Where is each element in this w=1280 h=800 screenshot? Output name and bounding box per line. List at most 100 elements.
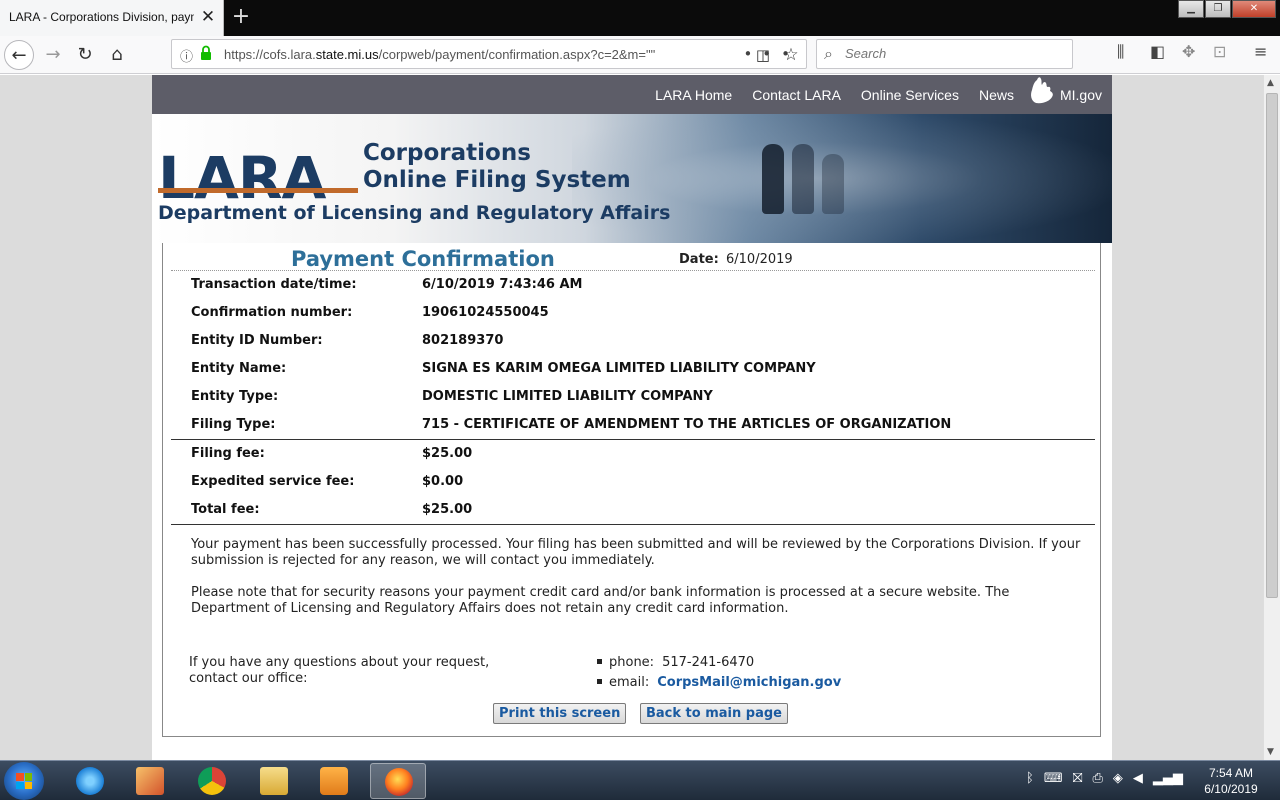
nav-contact-lara[interactable]: Contact LARA: [752, 87, 841, 103]
banner-title-line2: Online Filing System: [363, 167, 631, 193]
firefox-icon: [385, 768, 413, 796]
bullet-icon: [597, 659, 602, 664]
banner-title-line1: Corporations: [363, 140, 531, 166]
scroll-down-icon[interactable]: ▼: [1267, 747, 1274, 757]
fee-label: Filing fee:: [191, 446, 265, 461]
shield-icon[interactable]: ◈: [1113, 771, 1123, 791]
tab-title: LARA - Corporations Division, paym: [9, 10, 194, 24]
nav-mi-gov[interactable]: MI.gov: [1060, 87, 1102, 103]
new-tab-button[interactable]: +: [230, 4, 252, 30]
minimize-button[interactable]: ▁: [1178, 0, 1204, 18]
search-icon: ⌕: [824, 44, 833, 63]
fee-value: $25.00: [422, 446, 473, 461]
detail-label: Entity Type:: [191, 389, 279, 404]
taskbar-media[interactable]: [306, 763, 362, 799]
nav-lara-home[interactable]: LARA Home: [655, 87, 732, 103]
contact-question: If you have any questions about your req…: [189, 655, 490, 686]
bookmark-star-icon[interactable]: ☆: [776, 40, 806, 70]
detail-value: 802189370: [422, 333, 504, 348]
search-input[interactable]: [845, 46, 1065, 61]
forward-icon[interactable]: →: [38, 40, 68, 70]
detail-label: Filing Type:: [191, 417, 276, 432]
banner-figure: [792, 144, 814, 214]
system-clock[interactable]: 7:54 AM 6/10/2019: [1196, 765, 1266, 797]
system-tray: ᛒ ⌨ ⛝ ⎙ ◈ ◀ ▂▄▆: [1026, 771, 1183, 791]
fee-value: $25.00: [422, 502, 473, 517]
taskbar-app-2[interactable]: [122, 763, 178, 799]
extension-icon[interactable]: ✥: [1182, 42, 1195, 61]
taskbar-chrome[interactable]: [184, 763, 240, 799]
reload-icon[interactable]: ↻: [70, 40, 100, 70]
internet-explorer-icon: [76, 767, 104, 795]
printer-icon[interactable]: ⎙: [1092, 771, 1102, 791]
logo-underline: [158, 188, 358, 193]
detail-value: SIGNA ES KARIM OMEGA LIMITED LIABILITY C…: [422, 361, 816, 376]
bluetooth-icon[interactable]: ᛒ: [1026, 771, 1034, 791]
detail-value: DOMESTIC LIMITED LIABILITY COMPANY: [422, 389, 713, 404]
volume-icon[interactable]: ◀: [1133, 771, 1143, 791]
home-icon[interactable]: ⌂: [102, 40, 132, 70]
success-message: Your payment has been successfully proce…: [191, 537, 1081, 568]
tab-bar: LARA - Corporations Division, paym ✕ + ▁…: [0, 0, 1280, 36]
chrome-icon: [198, 767, 226, 795]
keyboard-icon[interactable]: ⌨: [1044, 771, 1063, 791]
scroll-up-icon[interactable]: ▲: [1267, 78, 1274, 88]
security-notice: Please note that for security reasons yo…: [191, 585, 1010, 616]
nav-online-services[interactable]: Online Services: [861, 87, 959, 103]
detail-label: Entity ID Number:: [191, 333, 323, 348]
site-info-icon[interactable]: ⓘ: [180, 46, 193, 65]
network-icon[interactable]: ⛝: [1073, 771, 1083, 791]
detail-value: 715 - CERTIFICATE OF AMENDMENT TO THE AR…: [422, 417, 952, 432]
page-title: Payment Confirmation: [291, 247, 555, 271]
divider: [171, 524, 1095, 525]
scrollbar-thumb[interactable]: [1266, 93, 1278, 598]
clock-date: 6/10/2019: [1204, 782, 1258, 796]
phone-value: 517-241-6470: [662, 655, 755, 670]
divider: [171, 439, 1095, 440]
library-icon[interactable]: ⫼: [1117, 42, 1124, 62]
banner-department: Department of Licensing and Regulatory A…: [158, 202, 671, 224]
email-link[interactable]: CorpsMail@michigan.gov: [657, 675, 841, 690]
url-text: https://cofs.lara.state.mi.us/corpweb/pa…: [224, 47, 656, 62]
date-label: Date:: [679, 252, 719, 267]
browser-tab[interactable]: LARA - Corporations Division, paym ✕: [0, 0, 224, 36]
detail-label: Transaction date/time:: [191, 277, 357, 292]
windows-logo-icon: [16, 773, 32, 789]
phone-label: phone:: [609, 655, 655, 670]
close-window-button[interactable]: ✕: [1232, 0, 1276, 18]
michigan-icon: [1031, 76, 1053, 103]
taskbar-explorer[interactable]: [246, 763, 302, 799]
close-tab-icon[interactable]: ✕: [199, 7, 217, 27]
detail-label: Entity Name:: [191, 361, 287, 376]
banner-figure: [762, 144, 784, 214]
address-bar[interactable]: ⓘ https://cofs.lara.state.mi.us/corpweb/…: [171, 39, 807, 69]
nav-toolbar: ← → ↻ ⌂ ⓘ https://cofs.lara.state.mi.us/…: [0, 36, 1280, 74]
maximize-button[interactable]: ❐: [1205, 0, 1231, 18]
sidebar-icon[interactable]: ◧: [1150, 42, 1165, 61]
signal-icon[interactable]: ▂▄▆: [1153, 771, 1183, 791]
print-button[interactable]: Print this screen: [493, 703, 627, 724]
detail-value: 19061024550045: [422, 305, 549, 320]
nav-news[interactable]: News: [979, 87, 1014, 103]
page-scrollbar[interactable]: ▲ ▼: [1263, 75, 1280, 760]
confirmation-panel: Payment Confirmation Date: 6/10/2019 Tra…: [162, 243, 1101, 737]
pocket-icon[interactable]: ◫: [748, 40, 778, 70]
contact-phone: phone: 517-241-6470: [597, 655, 841, 675]
back-to-main-button[interactable]: Back to main page: [640, 703, 788, 724]
fee-value: $0.00: [422, 474, 464, 489]
search-box[interactable]: ⌕: [816, 39, 1073, 69]
lara-site: LARA Home Contact LARA Online Services N…: [152, 75, 1112, 760]
lock-icon: [201, 45, 211, 60]
fee-label: Total fee:: [191, 502, 260, 517]
header-banner: LARA Corporations Online Filing System D…: [152, 114, 1112, 243]
media-player-icon: [320, 767, 348, 795]
site-top-nav: LARA Home Contact LARA Online Services N…: [152, 75, 1112, 114]
taskbar-ie[interactable]: [62, 763, 118, 799]
back-icon[interactable]: ←: [4, 40, 34, 70]
start-button[interactable]: [4, 762, 44, 800]
window-controls: ▁ ❐ ✕: [1177, 0, 1276, 20]
screenshot-icon[interactable]: ⊡: [1213, 42, 1226, 61]
taskbar-firefox[interactable]: [370, 763, 426, 799]
email-label: email:: [609, 675, 650, 690]
menu-icon[interactable]: ≡: [1254, 42, 1267, 61]
